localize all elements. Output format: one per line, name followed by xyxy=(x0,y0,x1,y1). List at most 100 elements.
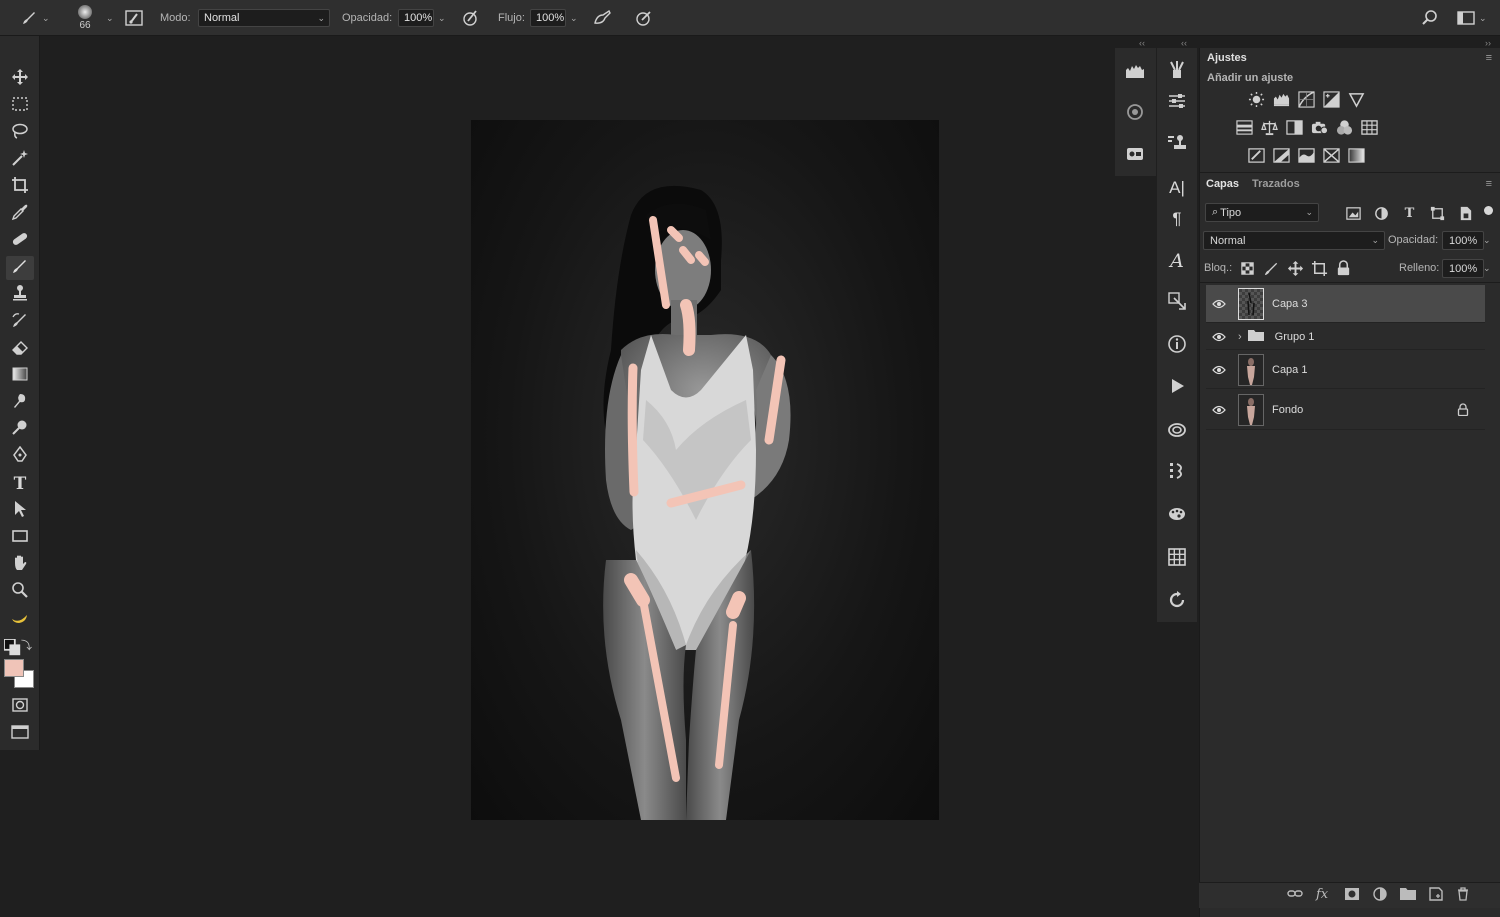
type-tool[interactable]: T xyxy=(6,472,34,496)
brush-size-picker[interactable]: 66 xyxy=(78,0,92,36)
flow-input[interactable]: 100% xyxy=(530,9,566,27)
brush-size-dropdown[interactable]: ⌄ xyxy=(102,0,114,36)
healing-brush-tool[interactable] xyxy=(6,229,34,253)
eraser-tool[interactable] xyxy=(6,337,34,361)
fill-dropdown[interactable]: ⌄ xyxy=(1483,263,1491,274)
magic-wand-tool[interactable] xyxy=(6,148,34,172)
new-adjustment-layer-icon[interactable] xyxy=(1372,887,1388,904)
gradient-map-icon[interactable] xyxy=(1347,146,1366,165)
history-button[interactable] xyxy=(1157,584,1197,620)
pen-tool[interactable] xyxy=(6,445,34,469)
brush-panel-toggle[interactable] xyxy=(125,0,143,36)
airbrush-toggle[interactable] xyxy=(593,0,613,36)
opacity-dropdown[interactable]: ⌄ xyxy=(438,13,446,24)
levels-icon[interactable] xyxy=(1272,90,1291,109)
new-layer-icon[interactable] xyxy=(1428,887,1444,904)
rectangle-tool[interactable] xyxy=(6,526,34,550)
hue-saturation-icon[interactable] xyxy=(1235,118,1254,137)
add-mask-icon[interactable] xyxy=(1344,887,1360,904)
swap-colors[interactable]: ⤵ xyxy=(3,637,34,656)
workspace-switcher[interactable]: ⌄ xyxy=(1457,0,1487,36)
paragraph-button[interactable]: ¶ xyxy=(1157,201,1197,237)
visibility-eye-icon[interactable] xyxy=(1210,332,1228,342)
dodge-tool[interactable] xyxy=(6,418,34,442)
delete-layer-icon[interactable] xyxy=(1456,887,1470,904)
crop-tool[interactable] xyxy=(6,175,34,199)
path-selection-tool[interactable] xyxy=(6,499,34,523)
histogram-button[interactable] xyxy=(1115,54,1155,90)
blend-mode-select[interactable]: Normal ⌄ xyxy=(1203,231,1385,250)
channel-mixer-icon[interactable] xyxy=(1335,118,1354,137)
glyphs-button[interactable]: A xyxy=(1157,243,1197,279)
vibrance-icon[interactable] xyxy=(1347,90,1366,109)
exposure-icon[interactable] xyxy=(1322,90,1341,109)
visibility-eye-icon[interactable] xyxy=(1210,299,1228,309)
layer-opacity-input[interactable]: 100% xyxy=(1442,231,1484,250)
layers-menu-icon[interactable]: ≡ xyxy=(1486,178,1492,190)
eyedropper-tool[interactable] xyxy=(6,202,34,226)
layer-opacity-dropdown[interactable]: ⌄ xyxy=(1483,235,1491,246)
zoom-tool[interactable] xyxy=(6,580,34,604)
lock-all-icon[interactable] xyxy=(1334,259,1353,278)
link-layers-icon[interactable] xyxy=(1287,887,1303,904)
paths-button[interactable] xyxy=(1157,285,1197,321)
screen-mode-toggle[interactable] xyxy=(6,722,34,746)
clone-stamp-tool[interactable] xyxy=(6,283,34,307)
hand-tool[interactable] xyxy=(6,553,34,577)
channels-button[interactable] xyxy=(1115,138,1155,174)
adjustments-menu-icon[interactable]: ≡ xyxy=(1486,52,1492,64)
opacity-input[interactable]: 100% xyxy=(398,9,434,27)
blur-tool[interactable] xyxy=(6,391,34,415)
lock-position-icon[interactable] xyxy=(1286,259,1305,278)
swatches-button[interactable] xyxy=(1157,498,1197,534)
tab-layers[interactable]: Capas xyxy=(1206,178,1239,190)
filter-pixel-icon[interactable] xyxy=(1344,204,1363,223)
actions-button[interactable] xyxy=(1157,370,1197,406)
brush-tool[interactable] xyxy=(6,256,34,280)
fill-input[interactable]: 100% xyxy=(1442,259,1484,278)
move-tool[interactable] xyxy=(6,67,34,91)
curves-icon[interactable] xyxy=(1297,90,1316,109)
threshold-icon[interactable] xyxy=(1297,146,1316,165)
invert-icon[interactable] xyxy=(1247,146,1266,165)
foreground-color-swatch[interactable] xyxy=(4,659,24,677)
photo-filter-icon[interactable] xyxy=(1310,118,1329,137)
lock-artboard-icon[interactable] xyxy=(1310,259,1329,278)
panel-collapse-icon[interactable]: ›› xyxy=(1485,38,1491,48)
dock2-collapse-icon[interactable]: ‹‹ xyxy=(1181,38,1187,48)
new-group-icon[interactable] xyxy=(1400,887,1416,904)
visibility-eye-icon[interactable] xyxy=(1210,405,1228,415)
lock-transparent-icon[interactable] xyxy=(1238,259,1257,278)
filter-type-icon[interactable]: T xyxy=(1400,204,1419,223)
color-balance-icon[interactable] xyxy=(1260,118,1279,137)
lock-pixels-icon[interactable] xyxy=(1262,259,1281,278)
selective-color-icon[interactable] xyxy=(1322,146,1341,165)
dock1-collapse-icon[interactable]: ‹‹ xyxy=(1139,38,1145,48)
pressure-size-toggle[interactable] xyxy=(634,0,652,36)
mode-select[interactable]: Normal ⌄ xyxy=(198,9,330,27)
posterize-icon[interactable] xyxy=(1272,146,1291,165)
filter-adjustment-icon[interactable] xyxy=(1372,204,1391,223)
quick-mask-toggle[interactable] xyxy=(6,695,34,719)
timeline-button[interactable] xyxy=(1157,455,1197,491)
chevron-right-icon[interactable]: › xyxy=(1238,331,1242,343)
gradient-tool[interactable] xyxy=(6,364,34,388)
history-brush-tool[interactable] xyxy=(6,310,34,334)
adjustments-title[interactable]: Ajustes xyxy=(1207,52,1247,64)
brush-tool-preset[interactable]: ⌄ xyxy=(20,0,50,36)
tables-button[interactable] xyxy=(1157,541,1197,577)
search-button[interactable] xyxy=(1421,0,1439,36)
layer-row-grupo-1[interactable]: › Grupo 1 xyxy=(1206,324,1485,350)
flow-dropdown[interactable]: ⌄ xyxy=(570,13,578,24)
banana-tool[interactable] xyxy=(6,609,34,633)
layer-row-capa-3[interactable]: Capa 3 xyxy=(1206,285,1485,323)
document-canvas[interactable] xyxy=(471,120,939,820)
layer-row-fondo[interactable]: Fondo xyxy=(1206,390,1485,430)
layer-filter-select[interactable]: ⌕ Tipo ⌄ xyxy=(1205,203,1319,222)
marquee-tool[interactable] xyxy=(6,94,34,118)
tab-paths[interactable]: Trazados xyxy=(1252,178,1300,190)
libraries-button[interactable] xyxy=(1157,413,1197,449)
filter-smart-object-icon[interactable] xyxy=(1456,204,1475,223)
color-lookup-icon[interactable] xyxy=(1360,118,1379,137)
clone-source-button[interactable] xyxy=(1157,127,1197,163)
